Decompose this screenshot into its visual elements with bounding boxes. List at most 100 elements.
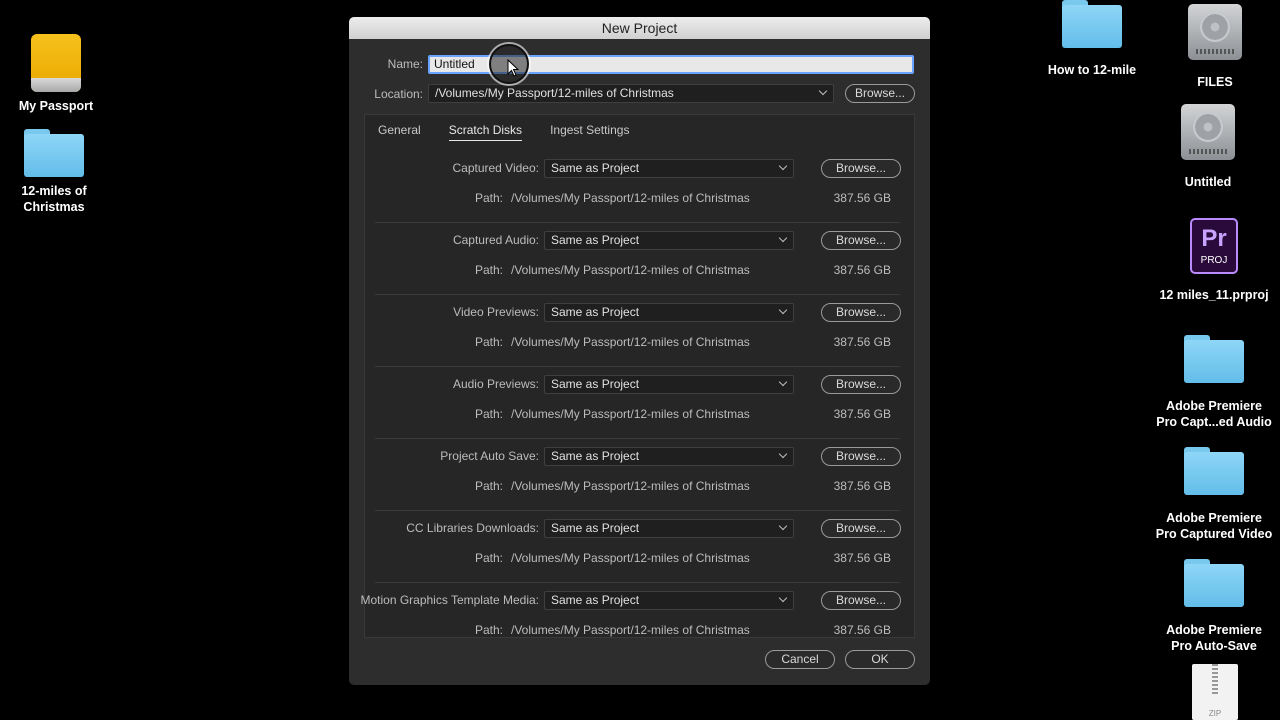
chevron-down-icon [778,521,788,531]
premiere-project-sub: PROJ [1200,254,1228,266]
available-space: 387.56 GB [833,407,891,421]
hard-drive-icon [1188,4,1242,60]
desktop-icon-captured-video[interactable]: Adobe Premiere Pro Captured Video [1149,447,1279,542]
desktop-icon-zip[interactable]: ZIP [1150,664,1280,720]
chevron-down-icon [778,593,788,603]
path-value: /Volumes/My Passport/12-miles of Christm… [511,479,750,493]
desktop-icon-label: How to 12-mile [1047,63,1137,77]
new-project-dialog: New Project Name: Untitled Location: /Vo… [349,17,930,685]
path-label: Path: [475,191,504,205]
path-label: Path: [475,407,504,421]
scratch-disk-label: Audio Previews: [452,377,539,391]
scratch-disk-value: Same as Project [551,593,640,607]
available-space: 387.56 GB [833,191,891,205]
scratch-disk-browse-button[interactable]: Browse... [821,159,901,178]
desktop-icon-captured-audio[interactable]: Adobe Premiere Pro Capt...ed Audio [1149,335,1279,430]
scratch-disk-value: Same as Project [551,449,640,463]
available-space: 387.56 GB [833,335,891,349]
path-value: /Volumes/My Passport/12-miles of Christm… [511,335,750,349]
premiere-badge: Pr [1201,224,1227,252]
scratch-disk-row-captured-audio: Captured Audio: Same as Project Browse... P… [365,223,914,295]
path-value: /Volumes/My Passport/12-miles of Christm… [511,191,750,205]
desktop-icon-12-miles-folder[interactable]: 12-miles of Christmas [0,129,119,215]
scratch-disk-select[interactable]: Same as Project [544,591,794,610]
tab-ingest-settings[interactable]: Ingest Settings [550,123,629,141]
scratch-disk-select[interactable]: Same as Project [544,303,794,322]
premiere-project-icon: Pr PROJ [1190,218,1238,274]
scratch-disk-label: Video Previews: [453,305,539,319]
chevron-down-icon [778,161,788,171]
scratch-disk-browse-button[interactable]: Browse... [821,375,901,394]
scratch-disk-row-project-auto-save: Project Auto Save: Same as Project Browse.… [365,439,914,511]
scratch-disk-select[interactable]: Same as Project [544,519,794,538]
desktop-icon-label: Adobe Premiere Pro Auto-Save [1166,623,1262,653]
ok-button[interactable]: OK [845,650,915,669]
scratch-disk-row-cc-libraries-downloads: CC Libraries Downloads: Same as Project Br… [365,511,914,583]
desktop-icon-files[interactable]: FILES [1150,4,1280,90]
scratch-disk-label: Project Auto Save: [440,449,539,463]
location-label: Location: [374,87,423,101]
desktop-icon-label: FILES [1197,75,1233,89]
desktop-icon-label: My Passport [18,99,94,113]
scratch-disk-select[interactable]: Same as Project [544,447,794,466]
cancel-button[interactable]: Cancel [765,650,835,669]
desktop-icon-how-to-12-mile[interactable]: How to 12-mile [1027,0,1157,78]
path-label: Path: [475,263,504,277]
desktop-icon-my-passport[interactable]: My Passport [0,34,121,114]
desktop-icon-prproj[interactable]: Pr PROJ 12 miles_11.prproj [1149,218,1279,303]
scratch-disk-browse-button[interactable]: Browse... [821,231,901,250]
scratch-disk-label: Captured Video: [452,161,539,175]
scratch-disk-label: Captured Audio: [452,233,539,247]
tab-bar: General Scratch Disks Ingest Settings [378,123,629,141]
available-space: 387.56 GB [833,623,891,637]
scratch-disk-value: Same as Project [551,521,640,535]
desktop-icon-label: Adobe Premiere Pro Captured Video [1155,511,1273,541]
path-label: Path: [475,623,504,637]
scratch-disk-browse-button[interactable]: Browse... [821,519,901,538]
hard-drive-icon [1181,104,1235,160]
available-space: 387.56 GB [833,479,891,493]
folder-icon [1062,0,1122,48]
folder-icon [1184,335,1244,383]
mouse-pointer-icon [507,59,519,77]
scratch-disk-label: CC Libraries Downloads: [406,521,539,535]
zip-label: ZIP [1208,709,1222,718]
chevron-down-icon [778,305,788,315]
tab-general[interactable]: General [378,123,421,141]
desktop-icon-label: 12 miles_11.prproj [1159,288,1269,302]
path-label: Path: [475,479,504,493]
desktop-icon-label: Untitled [1184,175,1232,189]
scratch-disk-label: Motion Graphics Template Media: [360,593,539,607]
scratch-disk-browse-button[interactable]: Browse... [821,447,901,466]
scratch-disk-browse-button[interactable]: Browse... [821,591,901,610]
name-label: Name: [387,57,423,71]
settings-panel: General Scratch Disks Ingest Settings Ca… [360,114,915,638]
scratch-disk-row-video-previews: Video Previews: Same as Project Browse... P… [365,295,914,367]
location-browse-button[interactable]: Browse... [845,84,915,103]
path-label: Path: [475,335,504,349]
scratch-disk-value: Same as Project [551,161,640,175]
chevron-down-icon [778,233,788,243]
scratch-disk-value: Same as Project [551,377,640,391]
scratch-disk-browse-button[interactable]: Browse... [821,303,901,322]
location-select[interactable]: /Volumes/My Passport/12-miles of Christm… [428,84,834,103]
folder-icon [1184,559,1244,607]
scratch-disk-row-audio-previews: Audio Previews: Same as Project Browse... P… [365,367,914,439]
chevron-down-icon [778,449,788,459]
scratch-disk-select[interactable]: Same as Project [544,231,794,250]
path-value: /Volumes/My Passport/12-miles of Christm… [511,623,750,637]
path-value: /Volumes/My Passport/12-miles of Christm… [511,551,750,565]
available-space: 387.56 GB [833,263,891,277]
external-drive-icon [31,34,81,92]
folder-icon [1184,447,1244,495]
chevron-down-icon [818,86,828,96]
zip-file-icon: ZIP [1192,664,1238,720]
scratch-disk-select[interactable]: Same as Project [544,159,794,178]
path-label: Path: [475,551,504,565]
desktop-icon-untitled-drive[interactable]: Untitled [1143,104,1273,190]
desktop-icon-label: Adobe Premiere Pro Capt...ed Audio [1156,399,1272,429]
scratch-disk-select[interactable]: Same as Project [544,375,794,394]
tab-scratch-disks[interactable]: Scratch Disks [448,123,523,141]
desktop-icon-auto-save[interactable]: Adobe Premiere Pro Auto-Save [1149,559,1279,654]
folder-icon [24,129,84,177]
